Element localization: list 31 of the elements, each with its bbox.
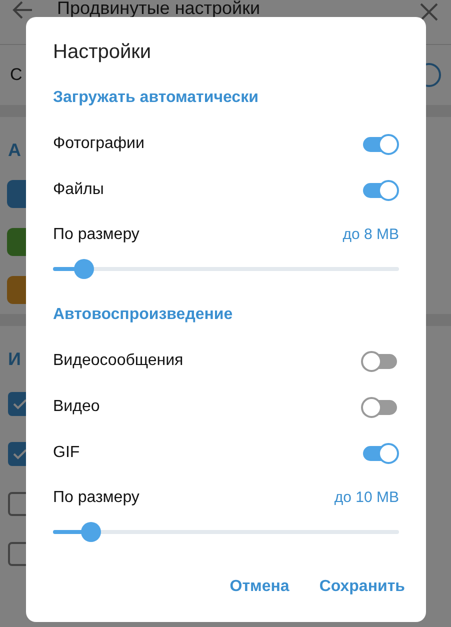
setting-label: Видео	[53, 397, 100, 417]
check-icon	[13, 448, 27, 460]
setting-label: Файлы	[53, 180, 104, 200]
toggle-switch[interactable]	[361, 179, 399, 201]
toggle-switch[interactable]	[361, 350, 399, 372]
dialog-title: Настройки	[53, 40, 152, 65]
setting-label: По размеру	[53, 225, 140, 245]
dialog-button[interactable]: Сохранить	[309, 570, 415, 604]
section-title: Автовоспроизведение	[53, 305, 233, 325]
back-arrow-icon[interactable]	[12, 0, 34, 20]
close-icon[interactable]	[419, 2, 439, 22]
toggle-switch[interactable]	[361, 396, 399, 418]
dialog-button[interactable]: Отмена	[220, 570, 300, 604]
setting-label: Видеосообщения	[53, 351, 184, 371]
section-title: Загружать автоматически	[53, 88, 258, 108]
section-title: А	[8, 140, 21, 160]
size-value: до 10 MB	[334, 488, 399, 508]
size-value: до 8 MB	[342, 224, 399, 245]
slider[interactable]	[53, 257, 399, 281]
setting-label: С	[10, 64, 22, 86]
slider-thumb[interactable]	[81, 522, 102, 542]
setting-label: Фотографии	[53, 134, 144, 154]
slider-thumb[interactable]	[74, 259, 94, 279]
check-icon	[13, 398, 27, 410]
setting-label: GIF	[53, 443, 80, 463]
setting-label: По размеру	[53, 488, 140, 508]
section-title: И	[8, 349, 21, 369]
page-title: Продвинутые настройки	[57, 0, 260, 16]
toggle-switch[interactable]	[361, 133, 399, 155]
toggle-switch[interactable]	[361, 442, 399, 464]
slider[interactable]	[53, 520, 399, 544]
